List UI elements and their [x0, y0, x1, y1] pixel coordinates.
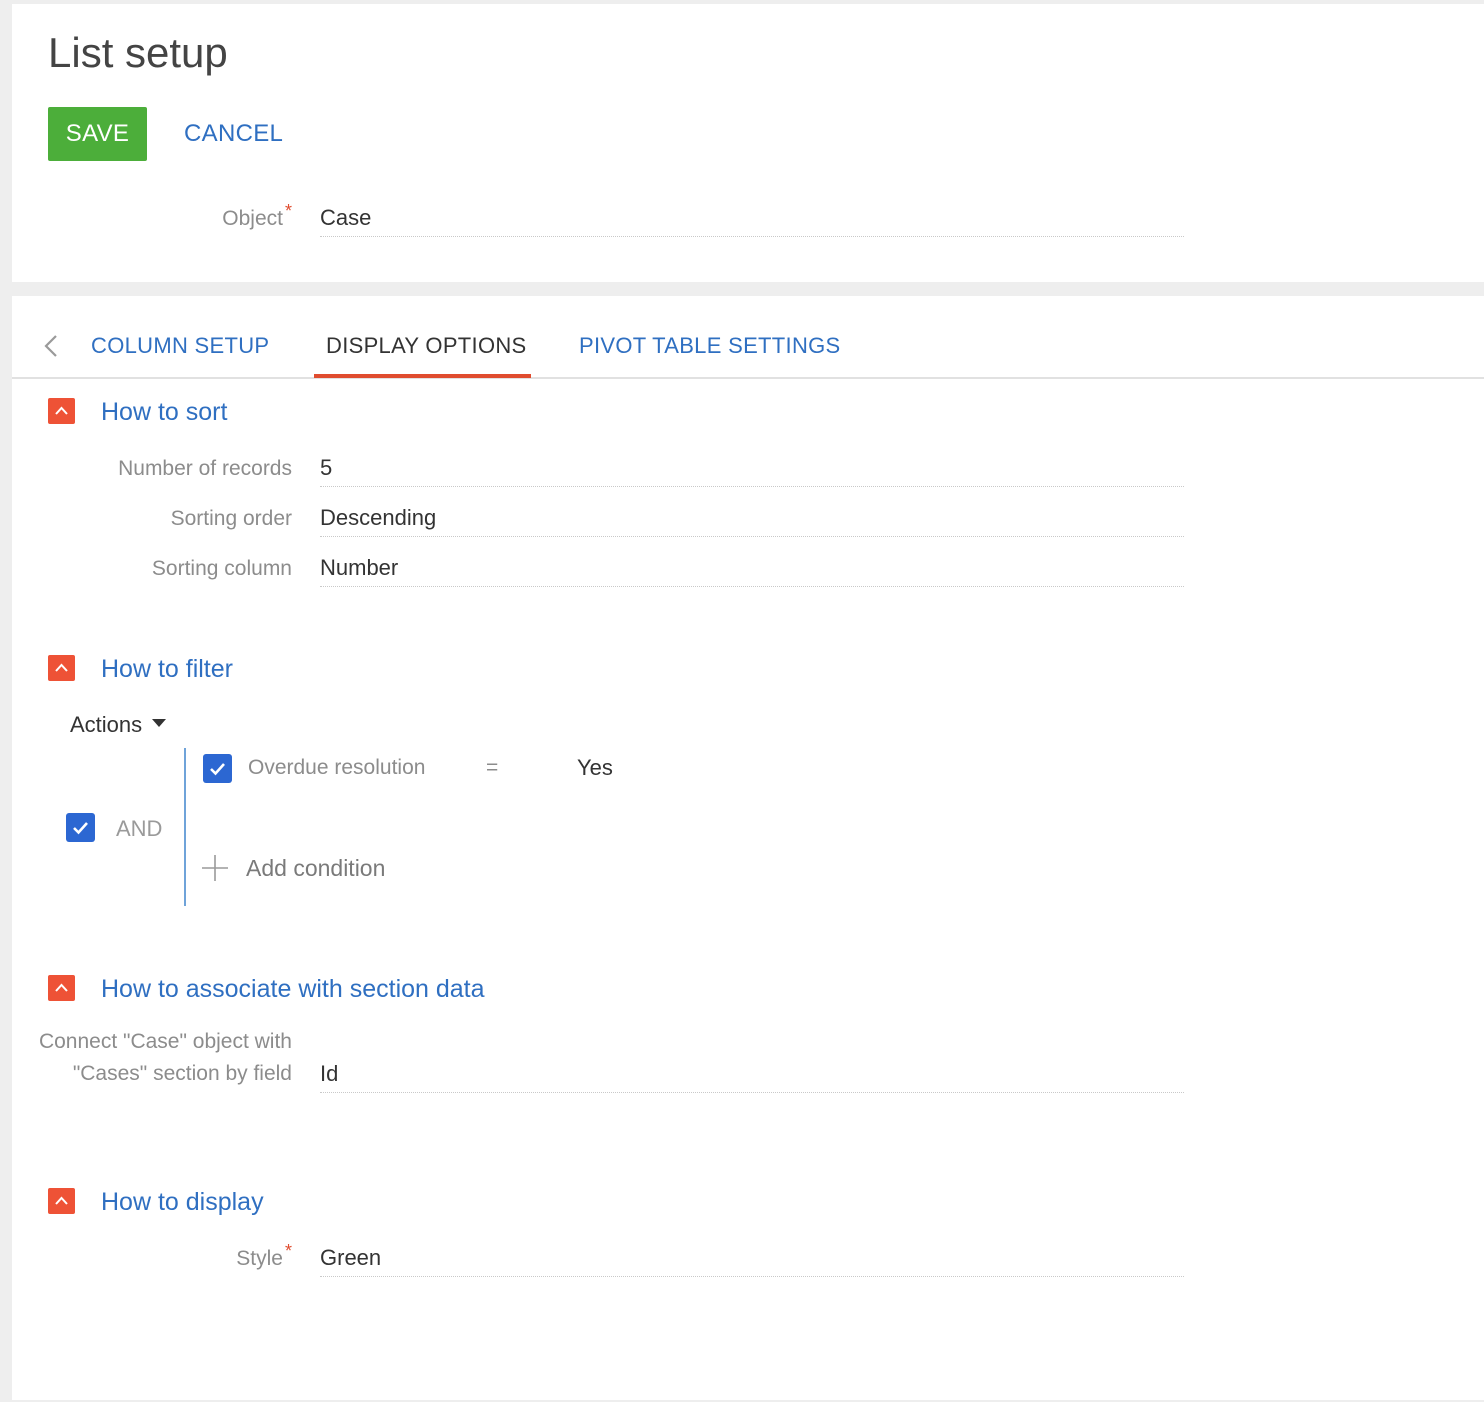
tab-scroll-left-icon[interactable] — [38, 330, 66, 362]
sort-section-title[interactable]: How to sort — [101, 396, 227, 428]
save-button[interactable]: SAVE — [48, 107, 147, 161]
sorting-column-label: Sorting column — [151, 557, 292, 580]
object-field-label: Object * — [222, 201, 292, 230]
filter-group-bracket — [184, 748, 186, 906]
associate-section-toggle-icon[interactable] — [48, 975, 75, 1001]
active-tab-indicator — [314, 374, 531, 378]
associate-section-title[interactable]: How to associate with section data — [101, 973, 485, 1005]
required-mark: * — [284, 1241, 292, 1261]
condition-operator[interactable]: = — [486, 753, 498, 783]
object-field[interactable]: Case — [320, 201, 1184, 237]
condition-value[interactable]: Yes — [577, 753, 613, 783]
cancel-button[interactable]: CANCEL — [170, 107, 297, 161]
page-title: List setup — [48, 29, 228, 76]
sorting-order-field[interactable]: Descending — [320, 501, 1184, 537]
tab-column-setup[interactable]: COLUMN SETUP — [91, 330, 269, 362]
style-field[interactable]: Green — [320, 1241, 1184, 1277]
number-of-records-field[interactable]: 5 — [320, 451, 1184, 487]
plus-icon[interactable] — [200, 853, 230, 883]
filter-group-checkbox[interactable] — [66, 813, 95, 842]
condition-column[interactable]: Overdue resolution — [248, 753, 425, 783]
filter-group-operator[interactable]: AND — [116, 814, 162, 844]
display-section-title[interactable]: How to display — [101, 1186, 264, 1218]
connect-field-value[interactable]: Id — [320, 1057, 1184, 1093]
display-section-toggle-icon[interactable] — [48, 1188, 75, 1214]
sorting-column-field[interactable]: Number — [320, 551, 1184, 587]
connect-field-label: Connect "Case" object with "Cases" secti… — [38, 1030, 292, 1085]
filter-section-toggle-icon[interactable] — [48, 655, 75, 681]
actions-menu-button[interactable]: Actions — [70, 710, 167, 740]
condition-checkbox[interactable] — [203, 754, 232, 783]
style-field-label: Style * — [236, 1241, 292, 1270]
tab-pivot-table-settings[interactable]: PIVOT TABLE SETTINGS — [579, 330, 841, 362]
caret-down-icon — [152, 719, 167, 728]
tabs-divider — [12, 377, 1484, 379]
sorting-order-label: Sorting order — [170, 507, 292, 530]
tab-display-options[interactable]: DISPLAY OPTIONS — [326, 330, 527, 362]
filter-section-title[interactable]: How to filter — [101, 653, 233, 685]
add-condition-button[interactable]: Add condition — [246, 853, 385, 883]
number-of-records-label: Number of records — [118, 457, 292, 480]
required-mark: * — [284, 201, 292, 221]
sort-section-toggle-icon[interactable] — [48, 398, 75, 424]
